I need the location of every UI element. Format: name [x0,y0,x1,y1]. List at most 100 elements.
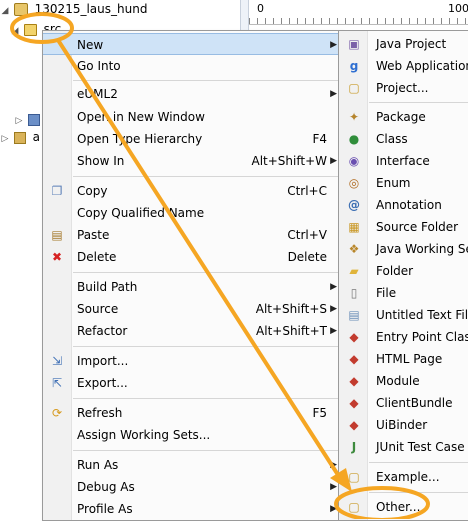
submenu-item-entry-point-class[interactable]: ◆ Entry Point Class [339,326,468,348]
submenu-item-html-page[interactable]: ◆ HTML Page [339,348,468,370]
menu-item-shortcut: Alt+Shift+T [256,324,327,338]
interface-icon: ◉ [348,154,360,168]
submenu-arrow-icon: ▶ [330,304,337,314]
submenu-item-label: Interface [376,154,430,168]
menu-item-label: Open in New Window [77,110,205,124]
submenu-item-web-application[interactable]: g Web Application [339,55,468,77]
menu-item-assign-working-sets[interactable]: Assign Working Sets... [43,424,341,446]
example-icon: ▢ [348,470,360,484]
context-menu: New ▶ Go Into eUML2 ▶ Open in New Window… [42,30,342,521]
folder-icon [13,132,26,144]
tree-item-library[interactable]: ▷ [14,110,43,128]
submenu-item-label: Untitled Text File [376,308,468,322]
menu-item-show-in[interactable]: Show In Alt+Shift+W ▶ [43,150,341,172]
menu-separator [73,272,339,273]
menu-item-label: Paste [77,228,110,242]
junit-icon: J [351,440,357,454]
export-icon: ⇱ [51,376,63,390]
submenu-item-class[interactable]: ● Class [339,128,468,150]
submenu-item-annotation[interactable]: @ Annotation [339,194,468,216]
menu-item-build-path[interactable]: Build Path ▶ [43,276,341,298]
tree-item-project[interactable]: ◢ 130215_laus_hund [0,0,147,18]
submenu-item-label: Project... [376,81,429,95]
source-folder-icon: ▦ [348,220,360,234]
project-icon [13,3,28,16]
menu-item-source[interactable]: Source Alt+Shift+S ▶ [43,298,341,320]
ruler-tick-label: 100 [448,2,468,15]
expanded-arrow-icon[interactable]: ◢ [10,22,20,40]
submenu-item-folder[interactable]: ▰ Folder [339,260,468,282]
menu-item-refresh[interactable]: ⟳ Refresh F5 [43,402,341,424]
menu-item-label: Assign Working Sets... [77,428,211,442]
submenu-item-module[interactable]: ◆ Module [339,370,468,392]
menu-item-label: Refactor [77,324,128,338]
submenu-item-package[interactable]: ✦ Package [339,106,468,128]
client-bundle-icon: ◆ [349,396,359,410]
submenu-item-untitled-text-file[interactable]: ▤ Untitled Text File [339,304,468,326]
project-wizard-icon: ▢ [348,81,360,95]
submenu-item-project[interactable]: ▢ Project... [339,77,468,99]
delete-icon: ✖ [51,250,63,264]
menu-item-open-type-hierarchy[interactable]: Open Type Hierarchy F4 [43,128,341,150]
submenu-item-label: Example... [376,470,440,484]
submenu-item-label: Class [376,132,408,146]
tree-item-label: 130215_laus_hund [34,2,148,16]
menu-item-go-into[interactable]: Go Into [43,55,341,77]
submenu-item-label: Module [376,374,420,388]
submenu-item-file[interactable]: ▯ File [339,282,468,304]
menu-item-label: Run As [77,458,119,472]
menu-item-profile-as[interactable]: Profile As ▶ [43,498,341,520]
copy-icon: ❐ [51,184,63,198]
expanded-arrow-icon[interactable]: ◢ [0,2,10,20]
menu-item-run-as[interactable]: Run As ▶ [43,454,341,476]
submenu-item-enum[interactable]: ◎ Enum [339,172,468,194]
menu-separator [73,176,339,177]
submenu-item-junit-test-case[interactable]: J JUnit Test Case [339,436,468,458]
submenu-item-clientbundle[interactable]: ◆ ClientBundle [339,392,468,414]
menu-item-open-new-window[interactable]: Open in New Window [43,106,341,128]
submenu-item-label: UiBinder [376,418,428,432]
submenu-arrow-icon: ▶ [330,40,337,50]
menu-item-copy-qualified-name[interactable]: Copy Qualified Name [43,202,341,224]
menu-item-label: Profile As [77,502,133,516]
submenu-item-java-working-set[interactable]: ❖ Java Working Set [339,238,468,260]
menu-item-debug-as[interactable]: Debug As ▶ [43,476,341,498]
menu-item-delete[interactable]: ✖ Delete Delete [43,246,341,268]
submenu-item-other[interactable]: ▢ Other... [339,496,468,518]
submenu-item-source-folder[interactable]: ▦ Source Folder [339,216,468,238]
file-icon: ▯ [350,286,358,300]
text-file-icon: ▤ [348,308,360,322]
tree-item-a[interactable]: ▷ a [0,128,40,146]
submenu-item-example[interactable]: ▢ Example... [339,466,468,488]
submenu-arrow-icon: ▶ [330,156,337,166]
menu-item-euml2[interactable]: eUML2 ▶ [43,83,341,105]
menu-item-shortcut: Delete [287,250,327,264]
submenu-item-uibinder[interactable]: ◆ UiBinder [339,414,468,436]
menu-item-shortcut: Alt+Shift+S [255,302,327,316]
menu-item-shortcut: F5 [312,406,327,420]
menu-item-label: Open Type Hierarchy [77,132,203,146]
submenu-item-java-project[interactable]: ▣ Java Project [339,33,468,55]
submenu-item-label: Annotation [376,198,442,212]
menu-item-label: Source [77,302,119,316]
submenu-arrow-icon: ▶ [330,504,337,514]
submenu-item-interface[interactable]: ◉ Interface [339,150,468,172]
module-icon: ◆ [349,374,359,388]
submenu-item-label: Package [376,110,426,124]
menu-item-label: Refresh [77,406,123,420]
menu-item-export[interactable]: ⇱ Export... [43,372,341,394]
menu-item-copy[interactable]: ❐ Copy Ctrl+C [43,180,341,202]
html-page-icon: ◆ [349,352,359,366]
menu-item-label: Build Path [77,280,138,294]
collapsed-arrow-icon[interactable]: ▷ [0,130,10,148]
menu-item-paste[interactable]: ▤ Paste Ctrl+V [43,224,341,246]
folder-icon: ▰ [349,264,359,278]
submenu-item-label: Source Folder [376,220,459,234]
submenu-item-label: Entry Point Class [376,330,468,344]
menu-item-new[interactable]: New ▶ [43,33,341,55]
menu-item-import[interactable]: ⇲ Import... [43,350,341,372]
submenu-item-label: Enum [376,176,411,190]
submenu-item-label: File [376,286,397,300]
menu-item-refactor[interactable]: Refactor Alt+Shift+T ▶ [43,320,341,342]
submenu-item-label: HTML Page [376,352,443,366]
